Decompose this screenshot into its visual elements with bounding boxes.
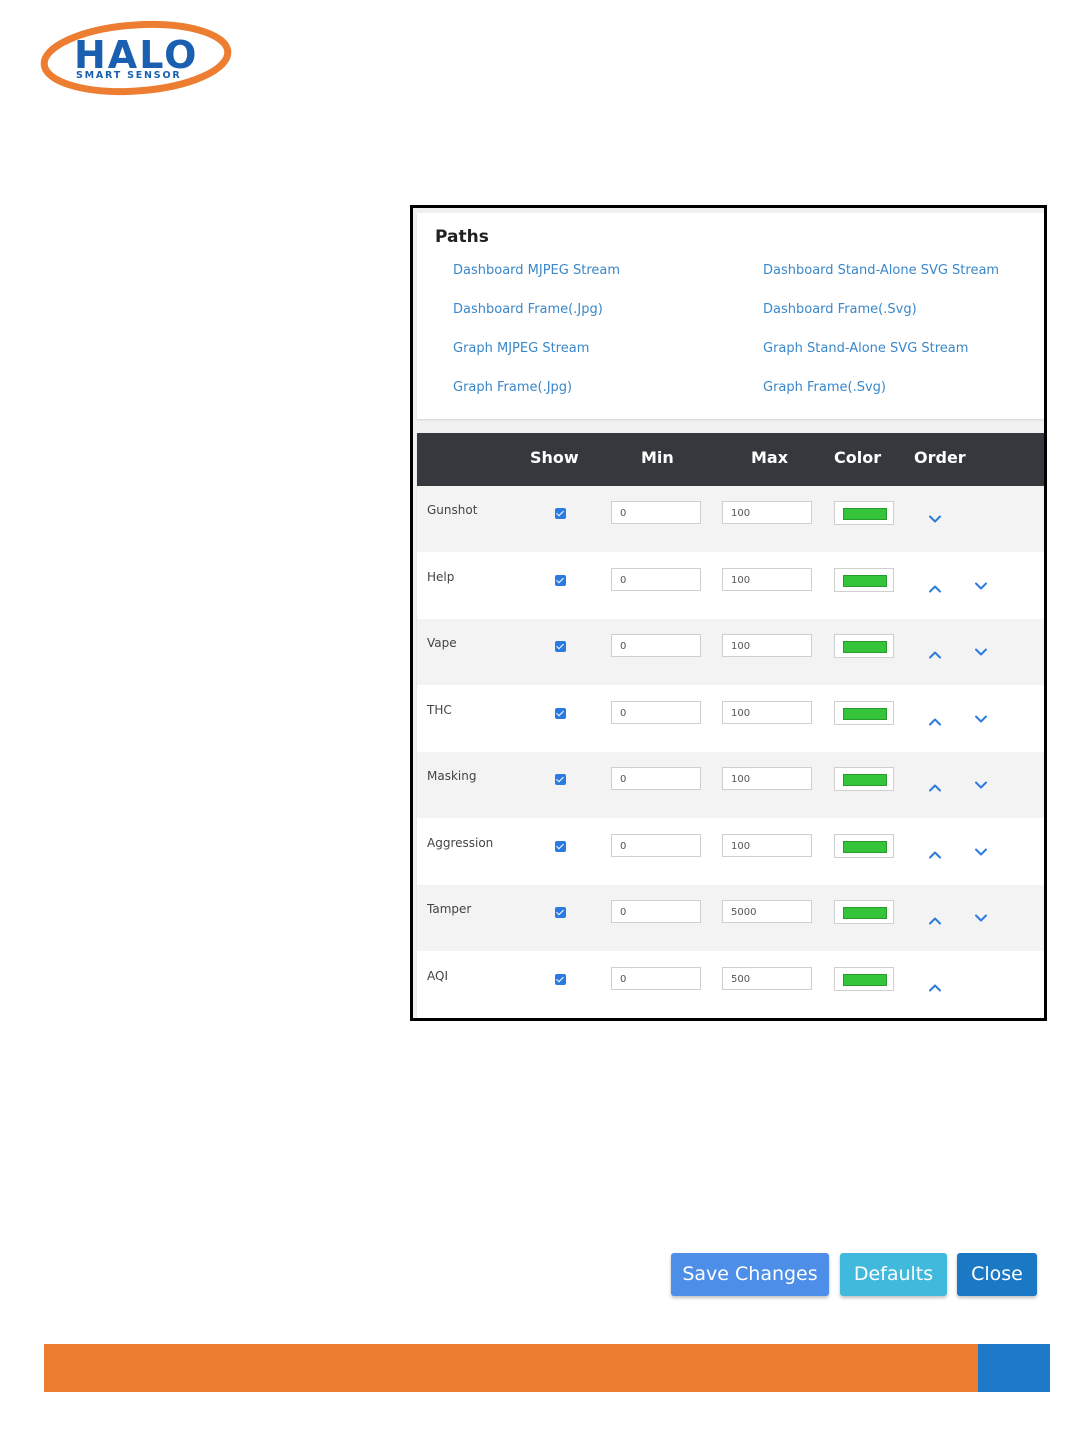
color-swatch — [843, 574, 887, 587]
move-up-icon[interactable] — [927, 714, 943, 730]
show-checkbox[interactable] — [555, 574, 566, 586]
link-dashboard-frame-svg[interactable]: Dashboard Frame(.Svg) — [763, 302, 917, 317]
min-input[interactable]: 0 — [611, 501, 701, 524]
max-input[interactable]: 100 — [722, 567, 812, 591]
move-up-icon[interactable] — [927, 980, 943, 996]
sensor-name: Gunshot — [427, 503, 478, 517]
halo-logo: HALO SMART SENSOR — [38, 18, 234, 98]
link-dashboard-standalone-svg-stream[interactable]: Dashboard Stand-Alone SVG Stream — [763, 263, 999, 278]
page: HALO SMART SENSOR Paths Dashboard MJPEG … — [0, 0, 1080, 1440]
move-up-icon[interactable] — [927, 780, 943, 796]
sensor-name: Vape — [427, 636, 457, 650]
move-up-icon[interactable] — [927, 913, 943, 929]
show-checkbox[interactable] — [555, 973, 566, 985]
color-swatch — [843, 840, 887, 853]
min-input[interactable]: 0 — [611, 966, 701, 990]
header-show: Show — [530, 448, 579, 467]
max-input[interactable]: 100 — [722, 767, 812, 790]
table-row: Tamper 0 5000 — [417, 885, 1044, 951]
paths-title: Paths — [435, 227, 489, 247]
show-checkbox[interactable] — [555, 840, 566, 852]
header-max: Max — [751, 448, 789, 467]
table-row: Vape 0 100 — [417, 619, 1044, 685]
color-swatch — [843, 774, 887, 786]
link-dashboard-mjpeg-stream[interactable]: Dashboard MJPEG Stream — [453, 263, 620, 278]
paths-card: Paths Dashboard MJPEG Stream Dashboard S… — [417, 213, 1044, 419]
color-swatch — [843, 508, 887, 520]
table-row: Aggression 0 100 — [417, 818, 1044, 885]
color-picker[interactable] — [834, 634, 894, 658]
show-checkbox[interactable] — [555, 774, 566, 785]
color-picker[interactable] — [834, 700, 894, 725]
max-input[interactable]: 100 — [722, 700, 812, 724]
link-graph-frame-jpg[interactable]: Graph Frame(.Jpg) — [453, 380, 572, 395]
show-checkbox[interactable] — [555, 641, 566, 652]
link-graph-frame-svg[interactable]: Graph Frame(.Svg) — [763, 380, 886, 395]
color-picker[interactable] — [834, 567, 894, 592]
min-input[interactable]: 0 — [611, 700, 701, 724]
max-input[interactable]: 500 — [722, 966, 812, 990]
move-down-icon[interactable] — [973, 644, 989, 660]
min-input[interactable]: 0 — [611, 900, 701, 923]
move-up-icon[interactable] — [927, 847, 943, 863]
link-dashboard-frame-jpg[interactable]: Dashboard Frame(.Jpg) — [453, 302, 603, 317]
color-swatch — [843, 641, 887, 653]
move-down-icon[interactable] — [973, 777, 989, 793]
show-checkbox[interactable] — [555, 707, 566, 719]
color-picker[interactable] — [834, 900, 894, 924]
defaults-button[interactable]: Defaults — [840, 1253, 947, 1296]
min-input[interactable]: 0 — [611, 567, 701, 591]
link-graph-mjpeg-stream[interactable]: Graph MJPEG Stream — [453, 341, 589, 356]
table-row: THC 0 100 — [417, 685, 1044, 752]
footer-bar-blue — [978, 1344, 1050, 1392]
max-input[interactable]: 5000 — [722, 900, 812, 923]
max-input[interactable]: 100 — [722, 833, 812, 857]
sensor-name: Masking — [427, 769, 477, 783]
show-checkbox[interactable] — [555, 508, 566, 519]
settings-panel: Paths Dashboard MJPEG Stream Dashboard S… — [410, 205, 1047, 1021]
link-graph-standalone-svg-stream[interactable]: Graph Stand-Alone SVG Stream — [763, 341, 968, 356]
color-picker[interactable] — [834, 833, 894, 858]
max-input[interactable]: 100 — [722, 501, 812, 524]
move-down-icon[interactable] — [973, 578, 989, 594]
sensor-name: THC — [427, 702, 452, 717]
save-changes-button[interactable]: Save Changes — [671, 1253, 829, 1296]
table-row: Masking 0 100 — [417, 752, 1044, 818]
sensor-name: Aggression — [427, 835, 494, 850]
sensor-name: Tamper — [427, 902, 472, 916]
color-picker[interactable] — [834, 966, 894, 991]
table-row: AQI 0 500 — [417, 951, 1044, 1018]
header-order: Order — [914, 448, 966, 467]
color-swatch — [843, 707, 887, 720]
move-down-icon[interactable] — [973, 711, 989, 727]
table-row: Help 0 100 — [417, 552, 1044, 619]
header-color: Color — [834, 448, 882, 467]
min-input[interactable]: 0 — [611, 634, 701, 657]
move-down-icon[interactable] — [973, 844, 989, 860]
svg-text:SMART SENSOR: SMART SENSOR — [76, 70, 181, 81]
header-min: Min — [641, 448, 674, 467]
move-down-icon[interactable] — [927, 511, 943, 527]
color-swatch — [843, 907, 887, 919]
color-swatch — [843, 973, 887, 986]
color-picker[interactable] — [834, 501, 894, 525]
move-up-icon[interactable] — [927, 581, 943, 597]
grid-header: Show Min Max Color Order — [417, 433, 1044, 486]
footer-bar-orange — [44, 1344, 978, 1392]
move-up-icon[interactable] — [927, 647, 943, 663]
sensor-name: AQI — [427, 968, 448, 983]
move-down-icon[interactable] — [973, 910, 989, 926]
close-button[interactable]: Close — [957, 1253, 1037, 1296]
table-row: Gunshot 0 100 — [417, 486, 1044, 552]
color-picker[interactable] — [834, 767, 894, 791]
sensor-grid: Show Min Max Color Order Gunshot 0 100 Help… — [417, 433, 1044, 1018]
sensor-name: Help — [427, 569, 455, 584]
min-input[interactable]: 0 — [611, 767, 701, 790]
min-input[interactable]: 0 — [611, 833, 701, 857]
max-input[interactable]: 100 — [722, 634, 812, 657]
show-checkbox[interactable] — [555, 907, 566, 918]
